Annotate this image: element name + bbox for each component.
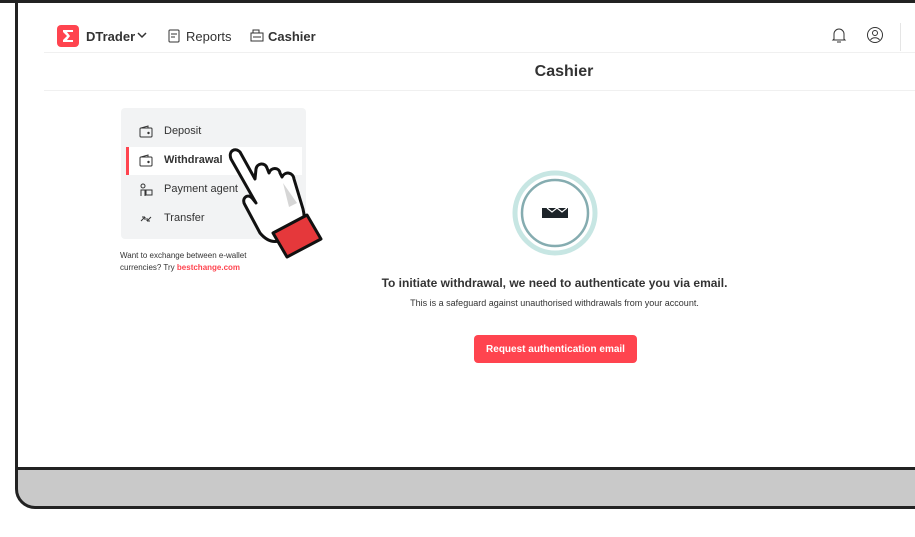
chevron-down-icon[interactable]: [136, 28, 148, 46]
account-icon[interactable]: [866, 26, 884, 49]
header-divider: [900, 23, 901, 51]
deriv-logo-icon[interactable]: [57, 25, 79, 47]
nav-cashier[interactable]: Cashier: [268, 29, 316, 44]
nav-reports[interactable]: Reports: [186, 29, 232, 44]
title-separator: [44, 90, 915, 91]
header-separator: [44, 52, 915, 53]
transfer-icon: [139, 212, 153, 226]
app-screen: DTrader Reports Cashier Cashier Deposit: [18, 3, 915, 468]
cashier-icon[interactable]: [250, 29, 264, 47]
wallet-icon: [139, 125, 153, 139]
bell-icon[interactable]: [831, 26, 847, 49]
auth-subtext: This is a safeguard against unauthorised…: [410, 298, 699, 308]
payment-agent-icon: [139, 183, 153, 197]
platform-switcher-label[interactable]: DTrader: [86, 29, 135, 44]
side-menu-label: Deposit: [164, 125, 202, 137]
side-menu-item-deposit[interactable]: Deposit: [126, 118, 302, 146]
email-lock-illustration: [512, 170, 598, 256]
request-authentication-email-button[interactable]: Request authentication email: [474, 335, 637, 363]
device-base: [15, 467, 915, 509]
active-indicator: [126, 147, 129, 175]
reports-icon[interactable]: [168, 29, 181, 48]
top-header: DTrader Reports Cashier: [18, 3, 915, 53]
auth-heading: To initiate withdrawal, we need to authe…: [381, 276, 728, 290]
side-menu-label: Transfer: [164, 212, 205, 224]
page-title: Cashier: [534, 63, 594, 80]
withdraw-wallet-icon: [139, 154, 153, 168]
pointing-hand-icon: [223, 143, 341, 268]
side-menu-label: Withdrawal: [164, 154, 223, 166]
